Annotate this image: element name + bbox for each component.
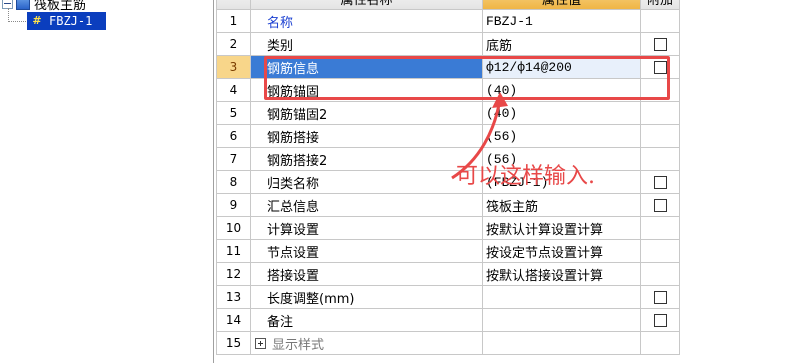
annotation-arrow-icon (451, 92, 508, 180)
annotation-text: 可以这样输入. (456, 164, 595, 189)
